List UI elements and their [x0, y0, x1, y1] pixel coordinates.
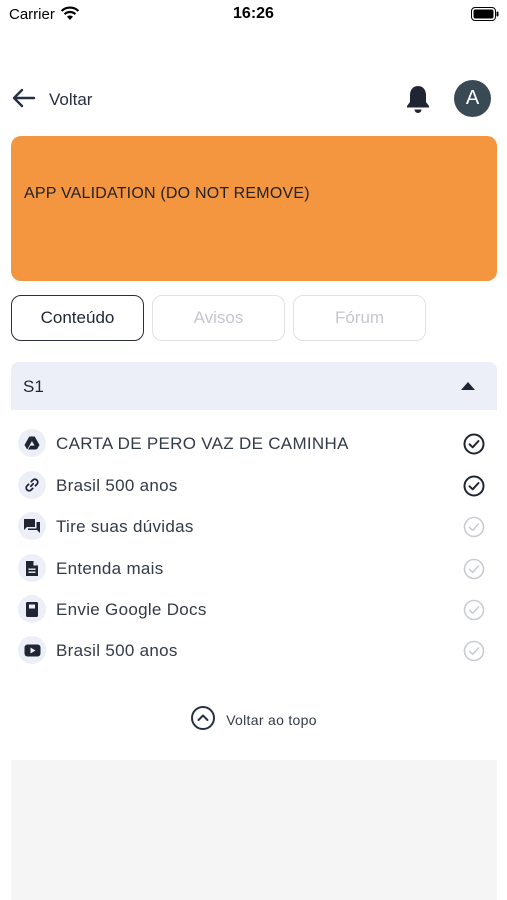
arrow-left-icon — [12, 88, 36, 113]
check-circle-icon — [462, 639, 486, 668]
chevron-up-icon[interactable] — [461, 382, 475, 390]
list-item[interactable]: Envie Google Docs — [11, 592, 497, 628]
check-circle-icon — [462, 474, 486, 503]
tab-conteudo[interactable]: Conteúdo — [11, 295, 144, 341]
check-circle-icon — [462, 557, 486, 586]
status-bar: Carrier 16:26 — [0, 0, 507, 30]
item-label: Envie Google Docs — [56, 600, 207, 619]
item-label: Entenda mais — [56, 559, 164, 578]
list-item[interactable]: Brasil 500 anos — [11, 633, 497, 669]
item-label: Brasil 500 anos — [56, 641, 178, 660]
list-item[interactable]: Entenda mais — [11, 551, 497, 587]
youtube-icon — [18, 636, 46, 664]
item-label: CARTA DE PERO VAZ DE CAMINHA — [56, 434, 349, 453]
item-label: Brasil 500 anos — [56, 476, 178, 495]
battery-icon — [471, 7, 499, 26]
chevron-up-circle-icon — [190, 705, 216, 736]
section-header[interactable]: S1 — [11, 362, 497, 410]
check-circle-icon — [462, 432, 486, 461]
list-item[interactable]: Brasil 500 anos — [11, 468, 497, 504]
item-label: Tire suas dúvidas — [56, 517, 194, 536]
avatar[interactable]: A — [454, 80, 491, 117]
list-item[interactable]: Tire suas dúvidas — [11, 509, 497, 545]
bell-icon[interactable] — [404, 84, 432, 119]
forum-icon — [18, 512, 46, 540]
back-to-top-label: Voltar ao topo — [226, 712, 317, 728]
back-to-top-button[interactable]: Voltar ao topo — [0, 705, 507, 736]
clock: 16:26 — [233, 5, 274, 22]
banner-title: APP VALIDATION (DO NOT REMOVE) — [24, 185, 310, 202]
book-icon — [18, 595, 46, 623]
document-icon — [18, 554, 46, 582]
check-circle-icon — [462, 515, 486, 544]
list-item[interactable]: CARTA DE PERO VAZ DE CAMINHA — [11, 426, 497, 462]
check-circle-icon — [462, 598, 486, 627]
section-title: S1 — [23, 377, 44, 396]
course-banner: APP VALIDATION (DO NOT REMOVE) — [11, 136, 497, 281]
tab-avisos[interactable]: Avisos — [152, 295, 285, 341]
back-label: Voltar — [49, 90, 93, 109]
app-header: Voltar A — [0, 74, 507, 126]
footer-panel — [11, 760, 497, 900]
link-icon — [18, 471, 46, 499]
google-drive-icon — [18, 429, 46, 457]
back-button[interactable]: Voltar — [12, 84, 92, 116]
tab-forum[interactable]: Fórum — [293, 295, 426, 341]
